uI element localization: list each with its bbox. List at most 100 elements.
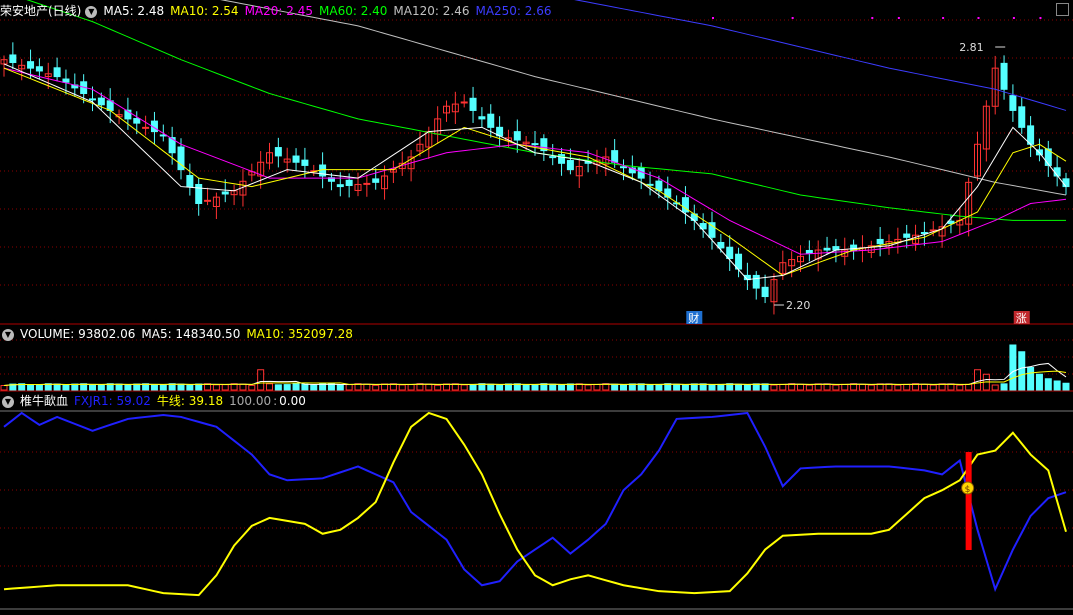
- dropdown-icon[interactable]: ▼: [2, 328, 14, 341]
- volume-bar: [469, 384, 477, 391]
- candle-body: [142, 126, 150, 129]
- low-price-label: 2.20: [786, 299, 811, 312]
- candle-body: [611, 150, 619, 163]
- candle-body: [62, 78, 70, 83]
- volume-bar: [646, 384, 654, 391]
- candle-body: [345, 179, 353, 187]
- volume-bar: [248, 384, 256, 391]
- volume-bar: [434, 384, 442, 391]
- candle-body: [53, 67, 61, 78]
- level0-label: 0.00: [279, 394, 306, 408]
- volume-bar: [858, 383, 866, 391]
- candle-body: [1062, 178, 1070, 188]
- candle-body: [89, 98, 96, 101]
- candle-body: [292, 155, 300, 163]
- candle-body: [469, 97, 477, 111]
- candle-body: [133, 118, 141, 124]
- candle-body: [752, 274, 760, 289]
- volume-bar: [770, 384, 778, 391]
- volume-bar: [832, 384, 840, 391]
- volume-bar: [708, 384, 716, 391]
- volume-bar: [920, 383, 928, 391]
- ma120-label: MA120: 2.46: [393, 4, 470, 18]
- candle-body: [221, 191, 229, 195]
- volume-bar: [1053, 380, 1061, 391]
- candle-body: [823, 247, 831, 251]
- candle-body: [513, 131, 521, 141]
- ma10-label: MA10: 2.54: [170, 4, 239, 18]
- signal-dot: [791, 17, 794, 19]
- signal-dot: [942, 17, 945, 19]
- volume-bar: [956, 384, 964, 391]
- ma120-line: [220, 0, 1067, 196]
- niuxian-line: [3, 411, 1067, 597]
- volume-bar: [292, 383, 300, 391]
- volume-bar: [212, 384, 220, 391]
- maximize-icon[interactable]: [1056, 3, 1069, 16]
- volume-bar: [115, 383, 123, 391]
- volume-bar: [1027, 367, 1035, 391]
- signal-bar: [965, 452, 972, 550]
- volume-bar: [221, 384, 229, 391]
- cai-marker: 财: [688, 311, 699, 325]
- volume-bar: [841, 383, 849, 391]
- candle-body: [274, 147, 282, 157]
- volume-bar: [27, 384, 35, 391]
- volume-bar: [991, 384, 999, 391]
- volume-bar: [929, 384, 937, 391]
- volume-bar: [549, 383, 557, 391]
- volume-bar: [1035, 373, 1043, 391]
- volume-bar: [89, 384, 96, 391]
- volume-bar: [1062, 382, 1070, 391]
- dropdown-icon[interactable]: ▼: [85, 5, 98, 18]
- volume-header: ▼ VOLUME: 93802.06 MA5: 148340.50 MA10: 352…: [0, 325, 359, 343]
- volume-bar: [407, 384, 415, 391]
- volume-bar: [301, 383, 309, 391]
- indicator-name: 椎牛歃血: [20, 394, 69, 408]
- volume-bar: [274, 384, 282, 391]
- volume-ma5-label: MA5: 148340.50: [141, 327, 241, 341]
- level100-label: 100.00: [229, 394, 272, 408]
- candle-body: [97, 97, 105, 106]
- volume-bar: [372, 384, 380, 391]
- volume-bar: [673, 383, 681, 391]
- niuxian-label: 牛线: 39.18: [156, 394, 224, 408]
- dropdown-icon[interactable]: ▼: [2, 395, 14, 408]
- volume-bar: [97, 384, 105, 391]
- stock-title: 荣安地产(日线): [0, 4, 82, 18]
- candle-body: [566, 160, 574, 171]
- volume-ma10-line: [3, 370, 1067, 386]
- volume-bar: [35, 384, 43, 391]
- indicator-header: ▼ 椎牛歃血 FXJR1: 59.02 牛线: 39.18 100.00:0.00: [0, 392, 312, 410]
- candle-body: [1009, 95, 1017, 111]
- volume-bar: [894, 384, 902, 391]
- volume-bar: [487, 383, 495, 391]
- fxjr1-label: FXJR1: 59.02: [74, 394, 151, 408]
- signal-dot: [712, 17, 714, 19]
- signal-dot: [1039, 17, 1042, 19]
- candle-body: [9, 54, 17, 64]
- volume-bar: [186, 384, 194, 391]
- volume-bar: [159, 384, 167, 391]
- candle-body: [531, 143, 539, 146]
- volume-bar: [531, 383, 539, 391]
- volume-bar: [257, 369, 265, 391]
- volume-bar: [124, 384, 132, 391]
- candle-body: [186, 175, 194, 188]
- candle-body: [372, 178, 380, 183]
- volume-bar: [195, 383, 203, 391]
- volume-bar: [283, 384, 291, 391]
- candle-body: [903, 233, 911, 238]
- ma20-label: MA20: 2.45: [244, 4, 313, 18]
- volume-bar: [460, 384, 468, 391]
- volume-bar: [522, 384, 530, 391]
- candle-body: [301, 159, 309, 166]
- volume-bar: [239, 383, 247, 391]
- volume-bar: [1009, 344, 1017, 391]
- volume-bar: [867, 384, 875, 391]
- coin-icon-label: $: [965, 485, 971, 495]
- volume-bar: [655, 383, 663, 391]
- ma60-line: [26, 0, 1066, 221]
- kline-chart[interactable]: 2.81 2.20 财 涨 $: [0, 0, 1073, 615]
- zhang-marker: 涨: [1016, 312, 1027, 325]
